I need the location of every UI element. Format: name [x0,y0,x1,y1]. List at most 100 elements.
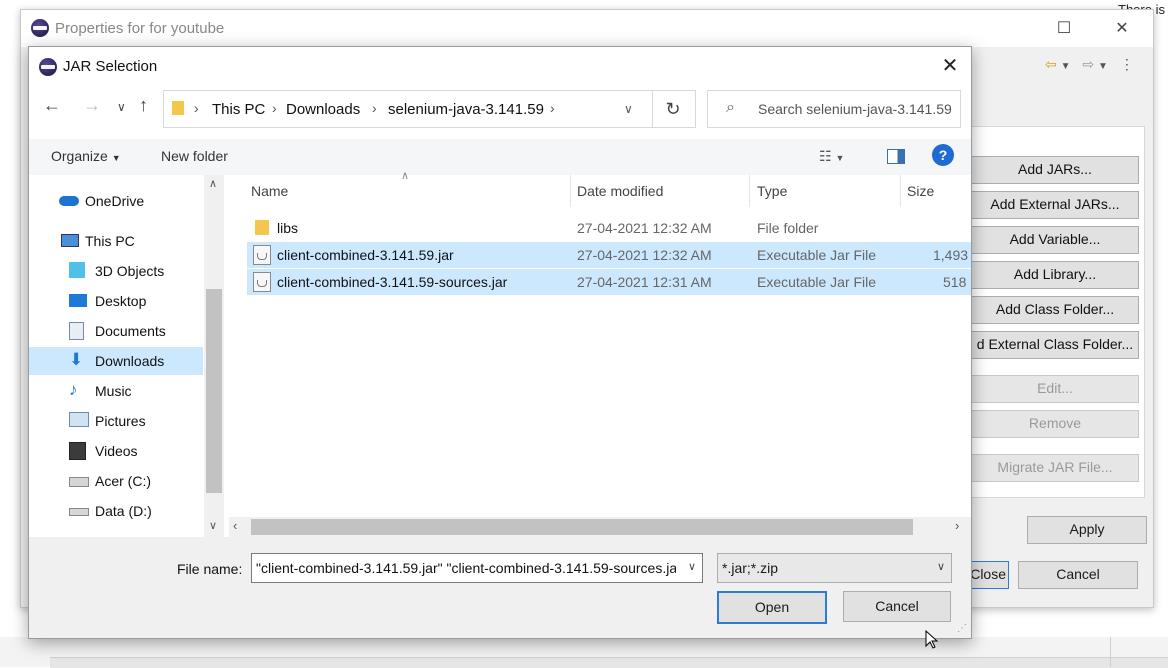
background-bar [50,657,1168,668]
column-divider[interactable] [570,175,571,207]
column-date-modified[interactable]: Date modified [577,183,663,199]
dropdown-icon[interactable]: ▼ [1061,61,1071,72]
drive-icon [69,508,89,516]
open-button[interactable]: Open [717,591,827,624]
nav-item-acer-c[interactable]: Acer (C:) [29,467,203,495]
nav-item-3d-objects[interactable]: 3D Objects [29,257,203,285]
add-external-jars-button[interactable]: Add External JARs... [971,191,1139,219]
chevron-right-icon: › [550,100,555,116]
up-folder-icon[interactable]: ↑ [139,95,148,116]
forward-icon[interactable]: → [83,95,101,116]
close-window-button[interactable]: ✕ [1099,16,1145,42]
eclipse-icon [31,19,49,37]
file-date: 27-04-2021 12:31 AM [577,274,712,290]
nav-label: Music [95,383,132,399]
column-divider[interactable] [900,175,901,207]
file-hscrollbar[interactable]: ‹ › [229,517,971,537]
column-size[interactable]: Size [907,183,934,199]
nav-item-videos[interactable]: Videos [29,437,203,465]
breadcrumb-this-pc[interactable]: This PC [212,101,265,118]
new-folder-button[interactable]: New folder [161,148,228,164]
nav-label: This PC [85,233,135,249]
file-row[interactable]: client-combined-3.141.59-sources.jar 27-… [247,269,971,295]
chevron-right-icon: › [372,100,377,116]
search-box[interactable]: ⌕ Search selenium-java-3.141.59 [707,90,961,128]
refresh-icon[interactable]: ↻ [652,91,693,127]
cube-icon [69,262,85,278]
file-type: File folder [757,220,819,236]
scroll-thumb[interactable] [251,519,913,535]
chevron-down-icon: ∨ [936,561,945,573]
column-type[interactable]: Type [757,183,787,199]
add-library-button[interactable]: Add Library... [971,261,1139,289]
add-class-folder-button[interactable]: Add Class Folder... [971,296,1139,324]
nav-label: Data (D:) [95,503,152,519]
file-name: client-combined-3.141.59-sources.jar [277,274,508,290]
apply-button[interactable]: Apply [1027,516,1147,544]
address-bar[interactable]: › This PC › Downloads › selenium-java-3.… [163,90,696,128]
edit-button[interactable]: Edit... [971,375,1139,403]
help-icon[interactable]: ? [932,144,954,166]
file-name-label: File name: [177,561,243,577]
column-name[interactable]: Name [251,183,288,199]
nav-item-data-d[interactable]: Data (D:) [29,497,203,525]
chevron-down-icon[interactable]: ∨ [624,102,633,116]
view-menu-icon[interactable]: ⋮ [1120,56,1134,72]
remove-button[interactable]: Remove [971,410,1139,438]
dropdown-icon[interactable]: ▼ [1098,61,1108,72]
file-name: client-combined-3.141.59.jar [277,247,454,263]
scroll-up-icon[interactable]: ∧ [209,177,217,190]
forward-arrow-icon[interactable]: ⇨ [1082,56,1094,72]
preview-pane-icon[interactable] [887,149,905,164]
file-type: Executable Jar File [757,247,877,263]
file-row[interactable]: libs 27-04-2021 12:32 AM File folder [247,215,971,241]
back-icon[interactable]: ← [43,95,61,116]
properties-cancel-button[interactable]: Cancel [1018,561,1138,589]
nav-scrollbar[interactable]: ∧ ∨ [204,175,224,537]
migrate-jar-button[interactable]: Migrate JAR File... [971,454,1139,482]
cancel-button[interactable]: Cancel [843,591,951,622]
scroll-left-icon[interactable]: ‹ [233,518,237,533]
jar-file-icon [253,245,271,265]
nav-item-pictures[interactable]: Pictures [29,407,203,435]
pictures-icon [69,412,89,427]
background-status-bar [0,637,1168,668]
recent-locations-icon[interactable]: ∨ [117,100,126,114]
nav-item-music[interactable]: ♪ Music [29,377,203,405]
file-date: 27-04-2021 12:32 AM [577,247,712,263]
navigation-pane: OneDrive This PC 3D Objects Desktop Docu… [29,175,225,537]
file-name: libs [277,220,299,236]
scroll-down-icon[interactable]: ∨ [209,519,217,532]
nav-item-desktop[interactable]: Desktop [29,287,203,315]
maximize-button[interactable]: ☐ [1041,16,1087,42]
background-divider [1110,637,1111,667]
scroll-thumb[interactable] [206,289,222,493]
nav-item-this-pc[interactable]: This PC [29,227,203,255]
music-note-icon: ♪ [69,380,78,399]
file-name-field[interactable]: "client-combined-3.141.59.jar" "client-c… [251,553,703,583]
breadcrumb-selenium[interactable]: selenium-java-3.141.59 [388,101,544,118]
organize-button[interactable]: Organize ▼ [51,148,121,164]
dialog-footer: File name: "client-combined-3.141.59.jar… [29,537,971,638]
file-type-filter[interactable]: *.jar;*.zip ∨ [717,553,952,583]
dialog-title: JAR Selection [63,58,158,75]
dialog-close-button[interactable]: ✕ [934,53,966,79]
column-divider[interactable] [749,175,750,207]
add-jars-button[interactable]: Add JARs... [971,156,1139,184]
resize-grip-icon[interactable]: ⋰ [957,623,967,634]
add-external-class-folder-button[interactable]: d External Class Folder... [971,331,1139,359]
search-input[interactable]: Search selenium-java-3.141.59 [758,101,952,117]
nav-item-onedrive[interactable]: OneDrive [29,187,203,215]
chevron-down-icon[interactable]: ∨ [688,560,696,573]
file-name-value: "client-combined-3.141.59.jar" "client-c… [256,560,676,576]
back-arrow-icon[interactable]: ⇦ [1045,56,1057,72]
file-row[interactable]: client-combined-3.141.59.jar 27-04-2021 … [247,242,971,268]
nav-item-downloads[interactable]: ⬇ Downloads [29,347,203,375]
document-icon [69,322,84,340]
breadcrumb-downloads[interactable]: Downloads [286,101,360,118]
nav-item-documents[interactable]: Documents [29,317,203,345]
scroll-right-icon[interactable]: › [955,518,959,533]
nav-label: Pictures [95,413,146,429]
view-options-icon[interactable]: ☷ ▼ [819,148,844,165]
add-variable-button[interactable]: Add Variable... [971,226,1139,254]
